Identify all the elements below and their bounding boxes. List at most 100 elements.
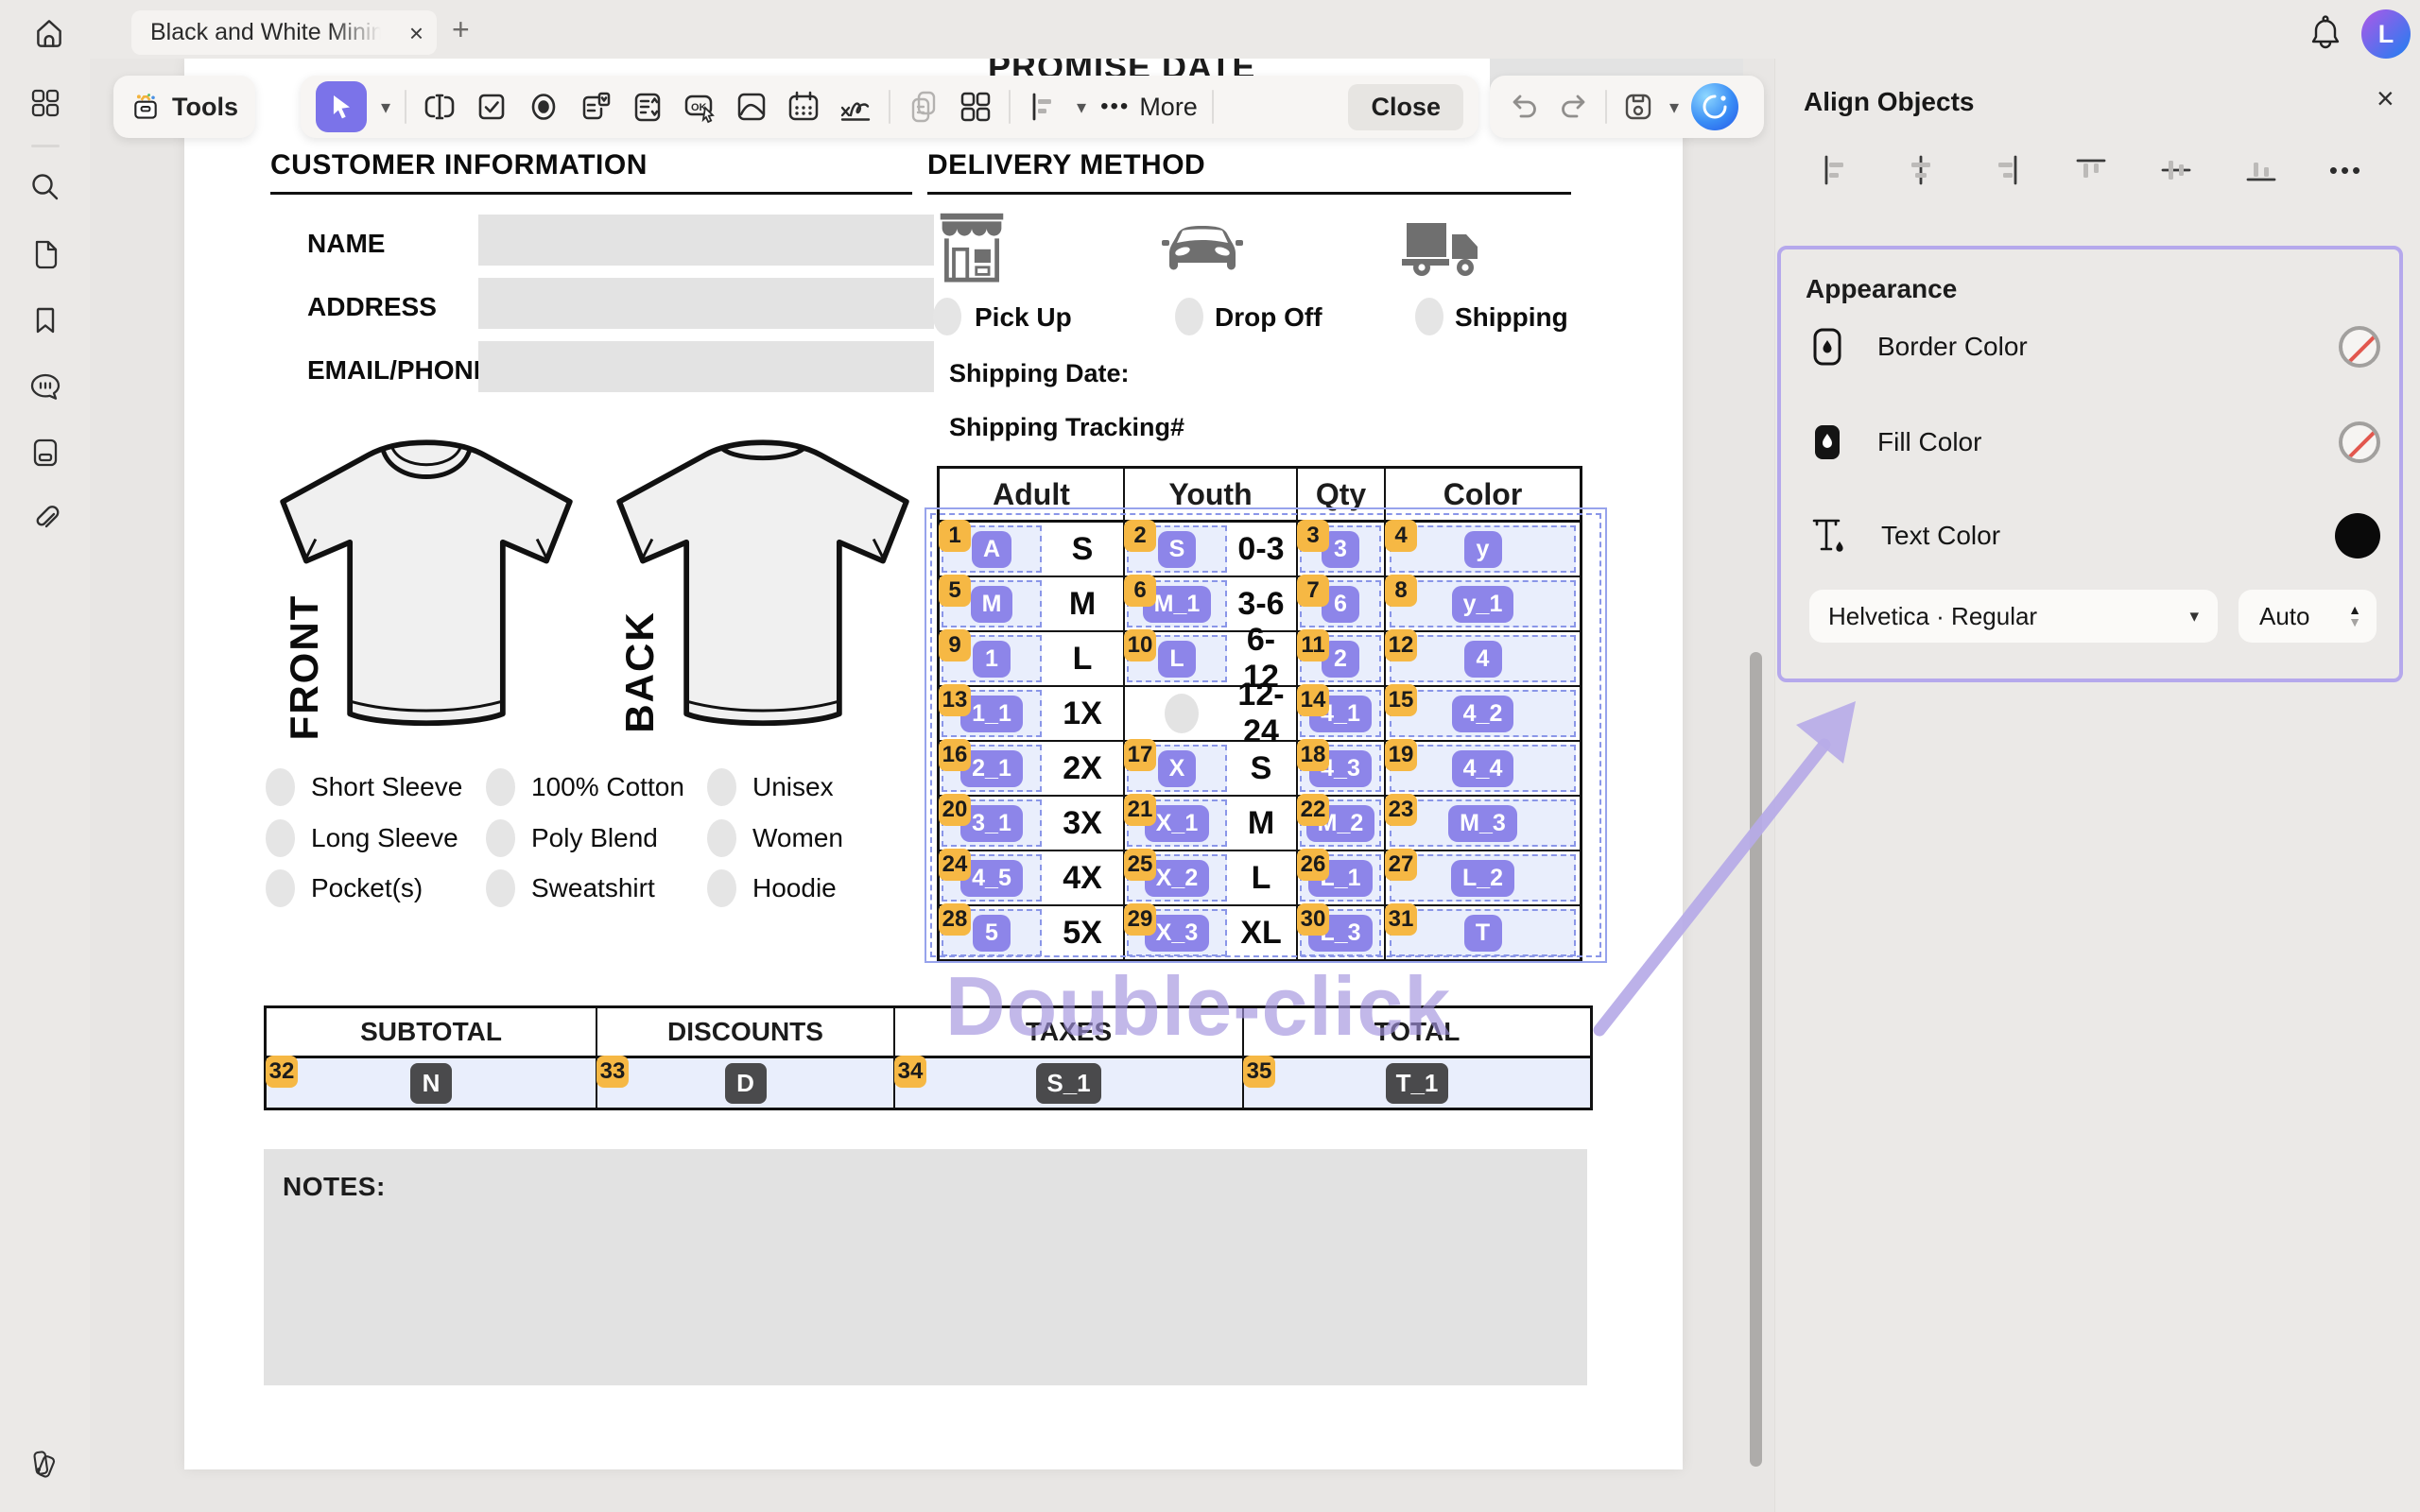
sidebar-item-attachments[interactable] (27, 500, 63, 536)
align-center-horizontal-icon[interactable] (1902, 151, 1940, 189)
attribute-option[interactable]: Pocket(s) (266, 869, 423, 907)
undo-icon[interactable] (1505, 88, 1543, 126)
sidebar-item-pages[interactable] (27, 236, 63, 272)
duplicate-fields-button[interactable] (905, 88, 942, 126)
cursor-chevron-icon[interactable]: ▾ (381, 95, 390, 119)
vertical-scrollbar[interactable] (1750, 652, 1762, 1467)
save-chevron-icon[interactable]: ▾ (1669, 95, 1679, 119)
font-family-select[interactable]: Helvetica · Regular ▾ (1809, 590, 2218, 643)
date-field-button[interactable] (785, 88, 822, 126)
push-button-field-button[interactable]: OK (681, 88, 718, 126)
align-chevron-icon[interactable]: ▾ (1077, 95, 1086, 119)
attribute-option[interactable]: Sweatshirt (486, 869, 655, 907)
attribute-option[interactable]: Hoodie (707, 869, 837, 907)
ai-assistant-button[interactable] (1691, 83, 1738, 130)
form-field[interactable]: 4 (1390, 635, 1576, 682)
border-color-swatch-none[interactable] (2339, 326, 2380, 368)
checkbox-circle[interactable] (486, 768, 515, 806)
align-more-icon[interactable]: ••• (2327, 151, 2365, 189)
attribute-option[interactable]: 100% Cotton (486, 768, 684, 806)
size-table-cell-qty: 144_1 (1298, 687, 1386, 740)
new-tab-icon[interactable]: + (452, 14, 470, 44)
field-grid-button[interactable] (957, 88, 994, 126)
sidebar-item-comments[interactable] (27, 369, 63, 405)
fill-color-row[interactable]: Fill Color (1809, 419, 2380, 466)
border-color-row[interactable]: Border Color (1809, 323, 2380, 370)
notes-box[interactable]: NOTES: (264, 1149, 1587, 1385)
avatar[interactable]: L (2361, 9, 2411, 59)
form-field[interactable]: 4_4 (1390, 745, 1576, 792)
totals-field-cell[interactable]: 32N (267, 1058, 597, 1108)
attribute-option[interactable]: Short Sleeve (266, 768, 462, 806)
sidebar-item-swatches[interactable] (27, 1446, 63, 1482)
checkbox-circle[interactable] (707, 768, 736, 806)
save-icon[interactable] (1619, 88, 1657, 126)
sidebar-item-bookmarks[interactable] (27, 302, 63, 338)
list-box-field-button[interactable] (629, 88, 666, 126)
checkbox-circle[interactable] (486, 869, 515, 907)
align-left-icon[interactable] (1817, 151, 1855, 189)
checkbox-circle[interactable] (266, 869, 295, 907)
image-field-button[interactable] (733, 88, 770, 126)
align-bottom-icon[interactable] (2242, 151, 2280, 189)
notifications-bell-icon[interactable] (2307, 13, 2344, 53)
text-color-swatch[interactable] (2335, 513, 2380, 558)
tab-close-icon[interactable]: × (409, 21, 424, 45)
checkbox-field-button[interactable] (473, 88, 510, 126)
shipping-radio[interactable] (1415, 298, 1443, 335)
field-number-badge: 10 (1124, 629, 1156, 662)
attribute-option[interactable]: Poly Blend (486, 819, 658, 857)
select-cursor-button[interactable] (316, 81, 367, 132)
attribute-option[interactable]: Long Sleeve (266, 819, 458, 857)
align-middle-vertical-icon[interactable] (2157, 151, 2195, 189)
align-tool-button[interactable] (1025, 88, 1063, 126)
sidebar-item-search[interactable] (27, 169, 63, 205)
form-field[interactable]: L_2 (1390, 854, 1576, 902)
stepper-down-icon[interactable]: ▼ (2348, 616, 2361, 628)
form-field[interactable]: y_1 (1390, 580, 1576, 627)
form-field[interactable]: 4_2 (1390, 690, 1576, 737)
checkbox-circle[interactable] (266, 768, 295, 806)
fill-color-swatch-none[interactable] (2339, 421, 2380, 463)
checkbox-circle[interactable] (707, 869, 736, 907)
totals-field-cell[interactable]: 33D (597, 1058, 895, 1108)
radio-circle[interactable] (1165, 694, 1199, 733)
checkbox-circle[interactable] (486, 819, 515, 857)
text-field-button[interactable] (421, 88, 458, 126)
font-size-stepper[interactable]: Auto ▲ ▼ (2238, 590, 2377, 643)
close-button[interactable]: Close (1348, 84, 1463, 130)
form-field[interactable]: y (1390, 525, 1576, 573)
panel-close-icon[interactable]: × (2377, 83, 2394, 113)
dropoff-radio[interactable] (1175, 298, 1203, 335)
align-right-icon[interactable] (1987, 151, 2025, 189)
totals-field-cell[interactable]: 35T_1 (1244, 1058, 1590, 1108)
form-field[interactable]: T (1390, 909, 1576, 956)
checkbox-circle[interactable] (707, 819, 736, 857)
sidebar-item-grid[interactable] (27, 85, 63, 121)
text-color-row[interactable]: Text Color (1809, 512, 2380, 559)
attribute-option[interactable]: Women (707, 819, 843, 857)
more-button[interactable]: ••• More (1100, 93, 1198, 122)
home-icon[interactable] (31, 15, 67, 51)
attribute-option[interactable]: Unisex (707, 768, 834, 806)
checkbox-circle[interactable] (266, 819, 295, 857)
document-tab[interactable]: Black and White Minimalist × (131, 10, 437, 55)
size-label: L (1047, 641, 1117, 678)
address-input[interactable] (478, 278, 934, 329)
pickup-radio[interactable] (933, 298, 961, 335)
form-field[interactable]: M_3 (1390, 799, 1576, 847)
size-table-cell-youth: 12-24 (1125, 687, 1298, 740)
field-name-badge: 4 (1464, 641, 1502, 678)
sidebar-item-form-fields[interactable] (27, 435, 63, 471)
align-top-icon[interactable] (2072, 151, 2110, 189)
signature-field-button[interactable] (837, 88, 874, 126)
text-color-label: Text Color (1881, 521, 2000, 551)
combo-box-field-button[interactable] (577, 88, 614, 126)
shirt-back-label: BACK (617, 577, 663, 766)
tools-button[interactable]: Tools (113, 76, 255, 138)
totals-field-cell[interactable]: 34S_1 (895, 1058, 1244, 1108)
name-input[interactable] (478, 215, 934, 266)
radio-button-field-button[interactable] (525, 88, 562, 126)
email-phone-input[interactable] (478, 341, 934, 392)
redo-icon[interactable] (1555, 88, 1593, 126)
